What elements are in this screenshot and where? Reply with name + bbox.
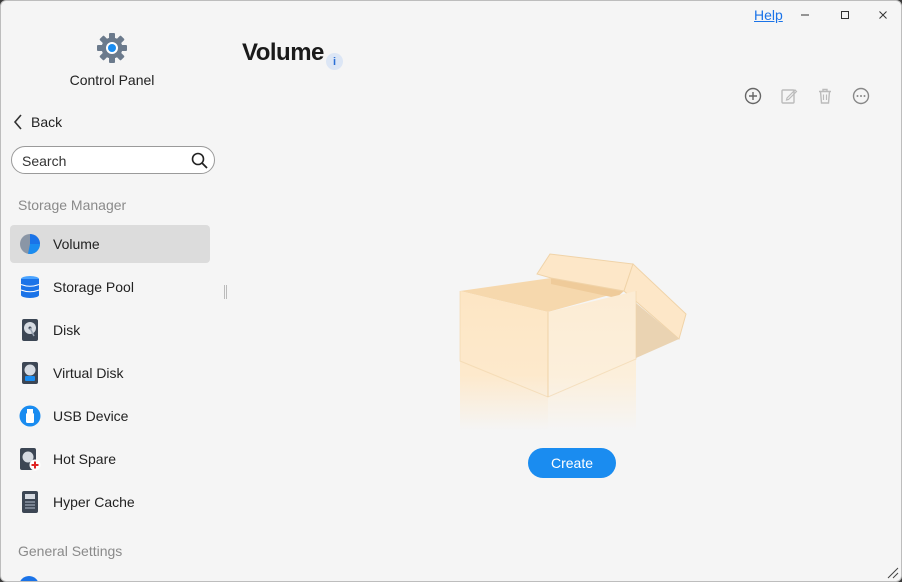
- storage-pool-icon: [18, 275, 42, 299]
- info-icon[interactable]: i: [326, 53, 343, 70]
- sidebar-item-label: Virtual Disk: [53, 365, 124, 381]
- sidebar-item-label: Disk: [53, 322, 81, 338]
- search-input[interactable]: [20, 151, 194, 171]
- more-button[interactable]: [851, 86, 871, 106]
- search-box: [11, 146, 215, 174]
- edit-icon: [781, 89, 798, 104]
- sidebar-item-volume[interactable]: Volume: [10, 225, 210, 263]
- sidebar-item-storage-pool[interactable]: Storage Pool: [10, 268, 210, 306]
- sidebar: Control Panel Back Storage Manager Volum…: [1, 1, 226, 581]
- sidebar-splitter[interactable]: [224, 285, 227, 299]
- page-title: Volume: [242, 39, 324, 66]
- virtual-disk-icon: [18, 361, 42, 385]
- app-title: Control Panel: [69, 72, 155, 88]
- sidebar-item-hyper-cache[interactable]: Hyper Cache: [10, 483, 210, 521]
- chevron-left-icon: [13, 114, 22, 130]
- app-window: Control Panel Back Storage Manager Volum…: [0, 0, 902, 582]
- section-storage-manager: Storage Manager: [18, 197, 127, 213]
- sidebar-item-label: Storage Pool: [53, 279, 134, 295]
- hot-spare-icon: [18, 447, 42, 471]
- sidebar-item-disk[interactable]: Disk: [10, 311, 210, 349]
- maximize-button[interactable]: [836, 7, 854, 23]
- disk-icon: [18, 318, 42, 342]
- sidebar-item-label: Hot Spare: [53, 451, 117, 467]
- general-settings-item-icon: [20, 576, 38, 581]
- create-button[interactable]: Create: [528, 448, 616, 478]
- sidebar-item-usb-device[interactable]: USB Device: [10, 397, 210, 435]
- control-panel-header: Control Panel: [1, 31, 223, 88]
- maximize-icon: [841, 11, 849, 19]
- resize-grip-icon[interactable]: [885, 565, 899, 579]
- edit-button[interactable]: [779, 86, 799, 106]
- minimize-button[interactable]: [796, 7, 814, 23]
- close-icon: [879, 11, 887, 19]
- minimize-icon: [801, 14, 809, 16]
- delete-icon: [819, 88, 831, 104]
- sidebar-item-label: Volume: [53, 236, 100, 252]
- sidebar-item-label: USB Device: [53, 408, 129, 424]
- search-icon[interactable]: [191, 152, 208, 169]
- empty-box-illustration: [459, 253, 687, 431]
- add-button[interactable]: [743, 86, 763, 106]
- back-button[interactable]: Back: [13, 114, 62, 130]
- add-icon: [744, 87, 762, 105]
- back-label: Back: [31, 114, 63, 130]
- hyper-cache-icon: [18, 490, 42, 514]
- volume-pie-icon: [18, 232, 42, 256]
- gear-icon: [97, 33, 127, 63]
- sidebar-item-hot-spare[interactable]: Hot Spare: [10, 440, 210, 478]
- more-icon: [852, 87, 870, 105]
- close-button[interactable]: [874, 7, 892, 23]
- section-general-settings: General Settings: [18, 543, 123, 559]
- sidebar-item-virtual-disk[interactable]: Virtual Disk: [10, 354, 210, 392]
- sidebar-item-label: Hyper Cache: [53, 494, 135, 510]
- usb-icon: [18, 404, 42, 428]
- help-link[interactable]: Help: [754, 7, 783, 23]
- delete-button[interactable]: [815, 86, 835, 106]
